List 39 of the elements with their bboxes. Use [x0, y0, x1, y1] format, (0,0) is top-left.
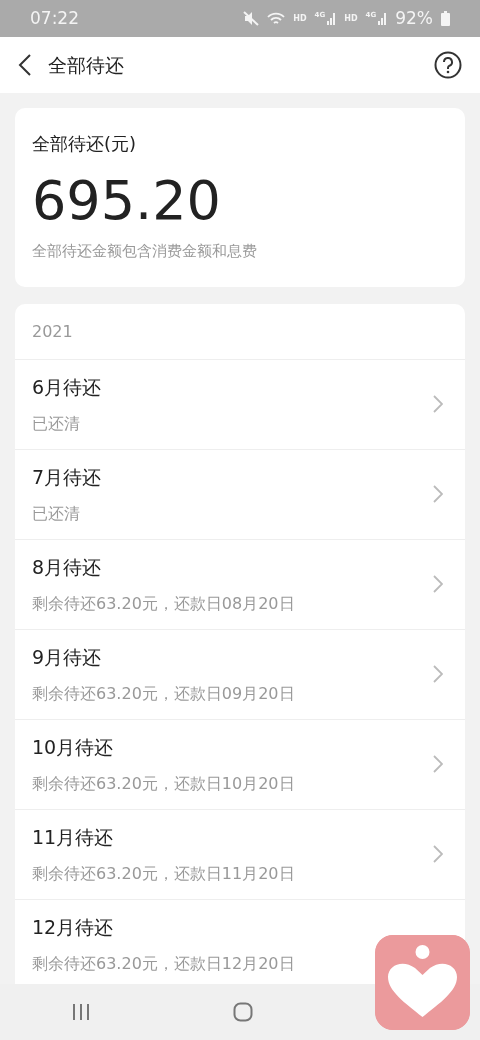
- bill-detail: 剩余待还63.20元，还款日08月20日: [32, 592, 296, 615]
- bill-title: 8月待还: [32, 555, 103, 581]
- chevron-icon: [433, 665, 443, 684]
- summary-label: 全部待还(元): [32, 132, 138, 156]
- bill-detail: 剩余待还63.20元，还款日12月20日: [32, 952, 296, 975]
- chevron-icon: [433, 845, 443, 864]
- page-title: 全部待还: [48, 52, 124, 78]
- battery-icon: [441, 11, 450, 26]
- summary-note: 全部待还金额包含消费金额和息费: [32, 241, 258, 263]
- signal-icon: [326, 12, 337, 25]
- bill-title: 6月待还: [32, 375, 103, 401]
- network-label: HD: [344, 12, 358, 25]
- bill-detail: 已还清: [32, 502, 81, 525]
- back-icon[interactable]: [18, 54, 32, 76]
- heart-app-icon[interactable]: [375, 935, 470, 1030]
- bill-title: 7月待还: [32, 465, 103, 491]
- bill-title: 10月待还: [32, 735, 115, 761]
- signal-icon: [377, 12, 388, 25]
- network-label: HD: [293, 12, 307, 25]
- help-icon[interactable]: [434, 51, 462, 79]
- recent-apps-icon[interactable]: [71, 1003, 91, 1021]
- bill-detail: 剩余待还63.20元，还款日11月20日: [32, 862, 296, 885]
- battery-percent: 92%: [395, 6, 433, 30]
- bill-title: 9月待还: [32, 645, 103, 671]
- bill-title: 11月待还: [32, 825, 115, 851]
- year-label: 2021: [32, 321, 73, 341]
- bill-title: 12月待还: [32, 915, 115, 941]
- chevron-icon: [433, 755, 443, 774]
- chevron-icon: [433, 575, 443, 594]
- mute-icon: [243, 11, 260, 26]
- bill-detail: 剩余待还63.20元，还款日09月20日: [32, 682, 296, 705]
- total-amount: 695.20: [32, 171, 222, 231]
- wifi-icon: [267, 11, 286, 26]
- chevron-icon: [433, 485, 443, 504]
- bill-detail: 已还清: [32, 412, 81, 435]
- home-icon[interactable]: [233, 1002, 253, 1022]
- bill-detail: 剩余待还63.20元，还款日10月20日: [32, 772, 296, 795]
- status-time: 07:22: [30, 6, 79, 30]
- chevron-icon: [433, 395, 443, 414]
